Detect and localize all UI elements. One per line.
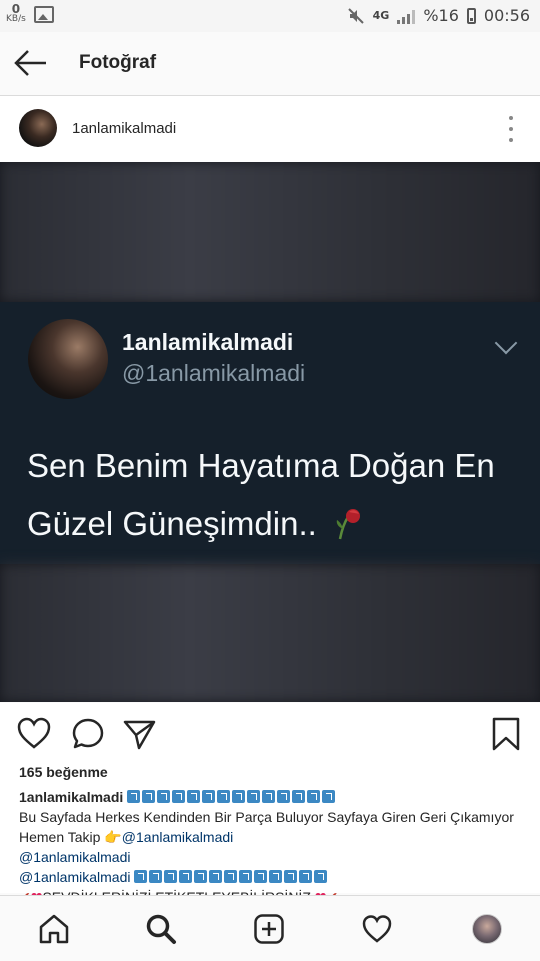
post-photo[interactable]: 1anlamikalmadi @1anlamikalmadi Sen Benim… — [0, 162, 540, 702]
like-count[interactable]: 165 beğenme — [19, 764, 108, 780]
avatar[interactable] — [19, 109, 57, 147]
caption-line-3: @1anlamikalmadi — [19, 847, 529, 867]
image-notification-icon — [33, 5, 54, 23]
tweet-card: 1anlamikalmadi @1anlamikalmadi Sen Benim… — [0, 302, 540, 564]
caption-username[interactable]: 1anlamikalmadi — [19, 789, 123, 805]
data-rate-value: 0 — [11, 2, 21, 16]
comment-icon[interactable] — [70, 716, 106, 752]
heart-icon[interactable] — [16, 716, 52, 752]
tweet-text: Sen Benim Hayatıma Doğan En Güzel Güneşi… — [27, 447, 495, 542]
post-caption: 1anlamikalmadi Bu Sayfada Herkes Kendind… — [19, 787, 529, 901]
keycap-emoji-row — [127, 789, 337, 805]
signal-icon — [397, 8, 416, 24]
battery-icon — [466, 7, 476, 24]
search-icon[interactable] — [145, 913, 177, 945]
caption-line-1: 1anlamikalmadi — [19, 787, 529, 807]
post-actions: 165 beğenme 1anlamikalmadi Bu Sayfada He… — [0, 703, 540, 901]
wilted-rose-icon — [336, 509, 360, 540]
tweet-text-block: Sen Benim Hayatıma Doğan En Güzel Güneşi… — [27, 437, 522, 553]
profile-avatar[interactable] — [472, 914, 502, 944]
keycap-emoji-row — [134, 869, 329, 885]
status-bar: 0 KB/s 4G %16 00:56 — [0, 0, 540, 32]
send-icon[interactable] — [122, 716, 158, 752]
caption-line-4: @1anlamikalmadi — [19, 867, 529, 887]
network-type: 4G — [372, 9, 390, 22]
data-rate-indicator: 0 KB/s — [6, 2, 26, 24]
mention-link[interactable]: @1anlamikalmadi — [122, 829, 233, 845]
mute-icon — [347, 7, 364, 24]
post-header: 1anlamikalmadi — [0, 96, 540, 162]
blurred-top-band — [0, 162, 540, 302]
home-icon[interactable] — [38, 913, 70, 945]
battery-percent: %16 — [423, 6, 459, 25]
more-vertical-icon[interactable] — [506, 116, 516, 142]
chevron-down-icon — [494, 331, 518, 355]
mention-link[interactable]: @1anlamikalmadi — [19, 849, 130, 865]
arrow-left-icon[interactable] — [14, 49, 48, 77]
bottom-navigation — [0, 895, 540, 961]
activity-heart-icon[interactable] — [361, 913, 393, 945]
mention-link[interactable]: @1anlamikalmadi — [19, 869, 130, 885]
tweet-handle: @1anlamikalmadi — [122, 360, 306, 386]
data-rate-unit: KB/s — [6, 14, 26, 24]
clock: 00:56 — [483, 6, 530, 25]
bookmark-icon[interactable] — [488, 716, 524, 752]
tweet-avatar — [28, 319, 108, 399]
post-username[interactable]: 1anlamikalmadi — [72, 120, 176, 137]
add-post-icon[interactable] — [253, 913, 285, 945]
page-title: Fotoğraf — [79, 52, 157, 73]
blurred-bottom-band — [0, 564, 540, 702]
tweet-display-name: 1anlamikalmadi — [122, 329, 294, 355]
app-header: Fotoğraf — [0, 32, 540, 96]
caption-text: Bu Sayfada Herkes Kendinden Bir Parça Bu… — [19, 809, 514, 845]
caption-line-2: Bu Sayfada Herkes Kendinden Bir Parça Bu… — [19, 807, 529, 847]
